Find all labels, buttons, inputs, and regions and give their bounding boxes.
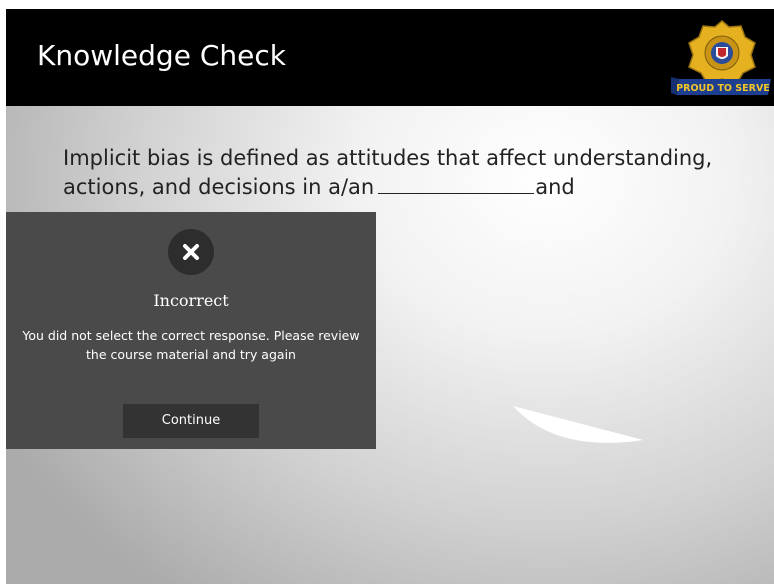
police-badge-icon: PROUD TO SERVE bbox=[671, 15, 774, 99]
slide-header: Knowledge Check PROUD TO SERVE bbox=[6, 9, 774, 106]
question-text: Implicit bias is defined as attitudes th… bbox=[63, 144, 763, 202]
continue-button[interactable]: Continue bbox=[123, 404, 259, 438]
decorative-shape bbox=[511, 403, 651, 463]
question-line-2-end: and bbox=[535, 175, 575, 199]
question-line-2: actions, and decisions in a/an and bbox=[63, 173, 763, 202]
answer-blank bbox=[378, 175, 535, 194]
slide: Knowledge Check PROUD TO SERVE Implicit … bbox=[6, 9, 774, 584]
page-title: Knowledge Check bbox=[37, 39, 286, 72]
feedback-dialog: Incorrect You did not select the correct… bbox=[6, 212, 376, 449]
feedback-title: Incorrect bbox=[153, 291, 229, 310]
question-line-1: Implicit bias is defined as attitudes th… bbox=[63, 146, 713, 170]
feedback-message: You did not select the correct response.… bbox=[22, 328, 360, 362]
badge-ribbon-text: PROUD TO SERVE bbox=[676, 83, 770, 94]
question-line-2-start: actions, and decisions in a/an bbox=[63, 175, 375, 199]
close-icon bbox=[168, 229, 214, 275]
